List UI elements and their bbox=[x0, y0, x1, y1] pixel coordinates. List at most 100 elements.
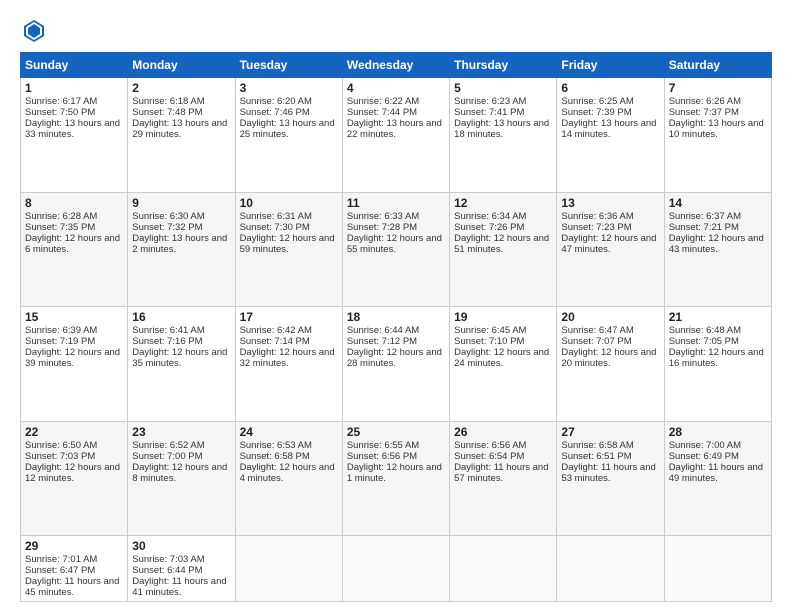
day-number: 8 bbox=[25, 196, 123, 210]
calendar-cell: 27Sunrise: 6:58 AMSunset: 6:51 PMDayligh… bbox=[557, 421, 664, 536]
day-info: Sunrise: 6:52 AMSunset: 7:00 PMDaylight:… bbox=[132, 440, 227, 484]
day-number: 18 bbox=[347, 310, 445, 324]
calendar-cell bbox=[557, 536, 664, 602]
day-info: Sunrise: 6:42 AMSunset: 7:14 PMDaylight:… bbox=[240, 325, 335, 369]
day-info: Sunrise: 6:44 AMSunset: 7:12 PMDaylight:… bbox=[347, 325, 442, 369]
day-number: 6 bbox=[561, 81, 659, 95]
weekday-header-saturday: Saturday bbox=[664, 53, 771, 78]
day-info: Sunrise: 6:50 AMSunset: 7:03 PMDaylight:… bbox=[25, 440, 120, 484]
day-number: 26 bbox=[454, 425, 552, 439]
weekday-header-friday: Friday bbox=[557, 53, 664, 78]
day-info: Sunrise: 7:00 AMSunset: 6:49 PMDaylight:… bbox=[669, 440, 763, 484]
day-info: Sunrise: 6:37 AMSunset: 7:21 PMDaylight:… bbox=[669, 211, 764, 255]
calendar-cell: 5Sunrise: 6:23 AMSunset: 7:41 PMDaylight… bbox=[450, 78, 557, 193]
day-info: Sunrise: 6:18 AMSunset: 7:48 PMDaylight:… bbox=[132, 96, 227, 140]
calendar-cell: 22Sunrise: 6:50 AMSunset: 7:03 PMDayligh… bbox=[21, 421, 128, 536]
calendar-cell: 28Sunrise: 7:00 AMSunset: 6:49 PMDayligh… bbox=[664, 421, 771, 536]
day-number: 24 bbox=[240, 425, 338, 439]
day-info: Sunrise: 6:45 AMSunset: 7:10 PMDaylight:… bbox=[454, 325, 549, 369]
weekday-header-wednesday: Wednesday bbox=[342, 53, 449, 78]
calendar-cell: 12Sunrise: 6:34 AMSunset: 7:26 PMDayligh… bbox=[450, 192, 557, 307]
day-number: 23 bbox=[132, 425, 230, 439]
weekday-row: SundayMondayTuesdayWednesdayThursdayFrid… bbox=[21, 53, 772, 78]
calendar-cell: 13Sunrise: 6:36 AMSunset: 7:23 PMDayligh… bbox=[557, 192, 664, 307]
calendar-cell: 24Sunrise: 6:53 AMSunset: 6:58 PMDayligh… bbox=[235, 421, 342, 536]
day-number: 14 bbox=[669, 196, 767, 210]
day-info: Sunrise: 6:28 AMSunset: 7:35 PMDaylight:… bbox=[25, 211, 120, 255]
day-info: Sunrise: 6:55 AMSunset: 6:56 PMDaylight:… bbox=[347, 440, 442, 484]
calendar-cell: 21Sunrise: 6:48 AMSunset: 7:05 PMDayligh… bbox=[664, 307, 771, 422]
calendar-cell bbox=[450, 536, 557, 602]
day-number: 25 bbox=[347, 425, 445, 439]
day-number: 5 bbox=[454, 81, 552, 95]
calendar-cell: 25Sunrise: 6:55 AMSunset: 6:56 PMDayligh… bbox=[342, 421, 449, 536]
day-number: 10 bbox=[240, 196, 338, 210]
calendar-week-1: 1Sunrise: 6:17 AMSunset: 7:50 PMDaylight… bbox=[21, 78, 772, 193]
day-info: Sunrise: 6:58 AMSunset: 6:51 PMDaylight:… bbox=[561, 440, 655, 484]
day-number: 7 bbox=[669, 81, 767, 95]
calendar-cell: 8Sunrise: 6:28 AMSunset: 7:35 PMDaylight… bbox=[21, 192, 128, 307]
calendar-cell: 15Sunrise: 6:39 AMSunset: 7:19 PMDayligh… bbox=[21, 307, 128, 422]
calendar-cell: 17Sunrise: 6:42 AMSunset: 7:14 PMDayligh… bbox=[235, 307, 342, 422]
day-info: Sunrise: 6:22 AMSunset: 7:44 PMDaylight:… bbox=[347, 96, 442, 140]
day-info: Sunrise: 7:01 AMSunset: 6:47 PMDaylight:… bbox=[25, 554, 119, 598]
calendar-cell: 16Sunrise: 6:41 AMSunset: 7:16 PMDayligh… bbox=[128, 307, 235, 422]
calendar-cell: 18Sunrise: 6:44 AMSunset: 7:12 PMDayligh… bbox=[342, 307, 449, 422]
day-number: 12 bbox=[454, 196, 552, 210]
calendar-cell bbox=[235, 536, 342, 602]
day-info: Sunrise: 6:34 AMSunset: 7:26 PMDaylight:… bbox=[454, 211, 549, 255]
day-info: Sunrise: 7:03 AMSunset: 6:44 PMDaylight:… bbox=[132, 554, 226, 598]
day-info: Sunrise: 6:23 AMSunset: 7:41 PMDaylight:… bbox=[454, 96, 549, 140]
day-number: 1 bbox=[25, 81, 123, 95]
calendar-cell: 4Sunrise: 6:22 AMSunset: 7:44 PMDaylight… bbox=[342, 78, 449, 193]
calendar-cell bbox=[342, 536, 449, 602]
day-info: Sunrise: 6:20 AMSunset: 7:46 PMDaylight:… bbox=[240, 96, 335, 140]
day-number: 4 bbox=[347, 81, 445, 95]
calendar-cell: 19Sunrise: 6:45 AMSunset: 7:10 PMDayligh… bbox=[450, 307, 557, 422]
day-info: Sunrise: 6:41 AMSunset: 7:16 PMDaylight:… bbox=[132, 325, 227, 369]
day-number: 20 bbox=[561, 310, 659, 324]
weekday-header-monday: Monday bbox=[128, 53, 235, 78]
day-number: 28 bbox=[669, 425, 767, 439]
day-number: 29 bbox=[25, 539, 123, 553]
calendar-cell: 14Sunrise: 6:37 AMSunset: 7:21 PMDayligh… bbox=[664, 192, 771, 307]
calendar-cell: 2Sunrise: 6:18 AMSunset: 7:48 PMDaylight… bbox=[128, 78, 235, 193]
day-info: Sunrise: 6:47 AMSunset: 7:07 PMDaylight:… bbox=[561, 325, 656, 369]
day-info: Sunrise: 6:33 AMSunset: 7:28 PMDaylight:… bbox=[347, 211, 442, 255]
day-number: 9 bbox=[132, 196, 230, 210]
day-number: 15 bbox=[25, 310, 123, 324]
day-info: Sunrise: 6:26 AMSunset: 7:37 PMDaylight:… bbox=[669, 96, 764, 140]
day-number: 2 bbox=[132, 81, 230, 95]
calendar-cell: 20Sunrise: 6:47 AMSunset: 7:07 PMDayligh… bbox=[557, 307, 664, 422]
day-info: Sunrise: 6:39 AMSunset: 7:19 PMDaylight:… bbox=[25, 325, 120, 369]
header bbox=[20, 16, 772, 44]
calendar-week-2: 8Sunrise: 6:28 AMSunset: 7:35 PMDaylight… bbox=[21, 192, 772, 307]
calendar-body: 1Sunrise: 6:17 AMSunset: 7:50 PMDaylight… bbox=[21, 78, 772, 602]
calendar-cell: 23Sunrise: 6:52 AMSunset: 7:00 PMDayligh… bbox=[128, 421, 235, 536]
day-info: Sunrise: 6:31 AMSunset: 7:30 PMDaylight:… bbox=[240, 211, 335, 255]
calendar-cell: 10Sunrise: 6:31 AMSunset: 7:30 PMDayligh… bbox=[235, 192, 342, 307]
day-info: Sunrise: 6:53 AMSunset: 6:58 PMDaylight:… bbox=[240, 440, 335, 484]
day-info: Sunrise: 6:36 AMSunset: 7:23 PMDaylight:… bbox=[561, 211, 656, 255]
calendar-cell: 30Sunrise: 7:03 AMSunset: 6:44 PMDayligh… bbox=[128, 536, 235, 602]
day-number: 27 bbox=[561, 425, 659, 439]
logo bbox=[20, 16, 52, 44]
day-info: Sunrise: 6:48 AMSunset: 7:05 PMDaylight:… bbox=[669, 325, 764, 369]
weekday-header-sunday: Sunday bbox=[21, 53, 128, 78]
logo-icon bbox=[20, 16, 48, 44]
day-info: Sunrise: 6:30 AMSunset: 7:32 PMDaylight:… bbox=[132, 211, 227, 255]
day-number: 21 bbox=[669, 310, 767, 324]
calendar-cell: 26Sunrise: 6:56 AMSunset: 6:54 PMDayligh… bbox=[450, 421, 557, 536]
page: SundayMondayTuesdayWednesdayThursdayFrid… bbox=[0, 0, 792, 612]
day-info: Sunrise: 6:17 AMSunset: 7:50 PMDaylight:… bbox=[25, 96, 120, 140]
calendar-week-5: 29Sunrise: 7:01 AMSunset: 6:47 PMDayligh… bbox=[21, 536, 772, 602]
day-number: 17 bbox=[240, 310, 338, 324]
calendar-cell: 29Sunrise: 7:01 AMSunset: 6:47 PMDayligh… bbox=[21, 536, 128, 602]
weekday-header-thursday: Thursday bbox=[450, 53, 557, 78]
day-number: 11 bbox=[347, 196, 445, 210]
calendar-cell: 3Sunrise: 6:20 AMSunset: 7:46 PMDaylight… bbox=[235, 78, 342, 193]
day-number: 19 bbox=[454, 310, 552, 324]
calendar-week-3: 15Sunrise: 6:39 AMSunset: 7:19 PMDayligh… bbox=[21, 307, 772, 422]
calendar-cell: 9Sunrise: 6:30 AMSunset: 7:32 PMDaylight… bbox=[128, 192, 235, 307]
calendar-cell bbox=[664, 536, 771, 602]
